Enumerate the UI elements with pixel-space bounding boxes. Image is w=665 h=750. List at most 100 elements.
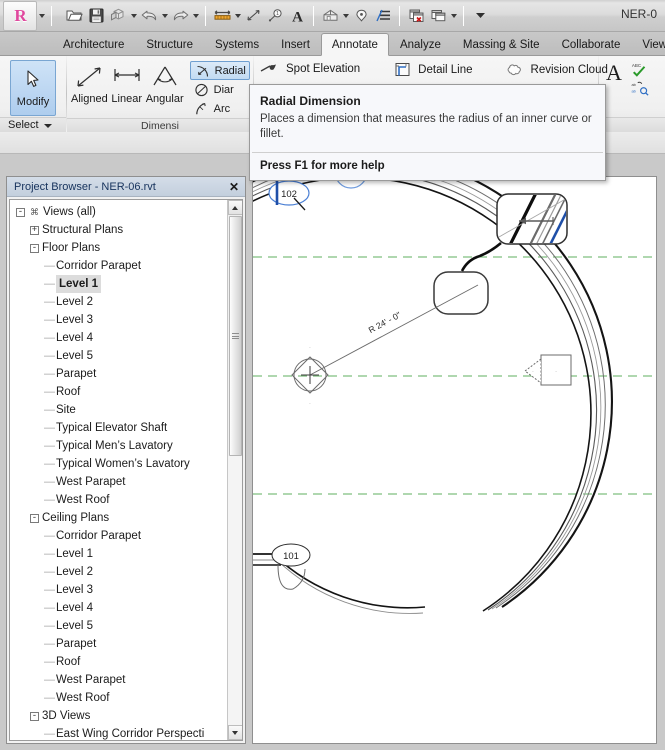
room-tag-102[interactable]: 102 (268, 180, 310, 211)
revision-cloud-button[interactable]: Revision Cloud (503, 62, 608, 77)
text-icon[interactable]: A (286, 5, 308, 27)
tree-item-label: Typical Men’s Lavatory (56, 440, 173, 452)
tree-branch-line: — (44, 548, 55, 560)
detail-callout-bubble[interactable] (496, 187, 579, 247)
switch-windows-caret-icon[interactable] (449, 6, 458, 26)
tree-item[interactable]: — West Parapet (10, 671, 227, 689)
tree-item[interactable]: - Floor Plans (10, 239, 227, 257)
text-tool-button[interactable]: A (603, 58, 625, 89)
measure-icon[interactable] (211, 5, 233, 27)
tab-collaborate[interactable]: Collaborate (551, 33, 632, 55)
customize-qat-icon[interactable] (469, 5, 491, 27)
tree-item[interactable]: -3D Views (10, 707, 227, 725)
aligned-dimension-icon[interactable] (242, 5, 264, 27)
tree-item[interactable]: — Level 4 (10, 599, 227, 617)
tab-annotate[interactable]: Annotate (320, 33, 389, 56)
save-file-icon[interactable] (85, 5, 107, 27)
tree-item[interactable]: — Typical Men’s Lavatory (10, 437, 227, 455)
radius-dimension[interactable]: R 24' - 0" (309, 284, 479, 376)
switch-windows-icon[interactable] (427, 5, 449, 27)
measure-caret-icon[interactable] (233, 6, 242, 26)
close-hidden-windows-icon[interactable] (405, 5, 427, 27)
tree-item[interactable]: — Level 4 (10, 329, 227, 347)
find-replace-button[interactable]: ab ab (628, 79, 655, 97)
scroll-down-arrow-icon[interactable] (227, 725, 242, 740)
collapse-icon[interactable]: - (30, 243, 39, 253)
application-menu-button[interactable]: R (3, 0, 37, 31)
tab-structure[interactable]: Structure (135, 33, 204, 55)
tree-item[interactable]: — Typical Women’s Lavatory (10, 455, 227, 473)
tree-item[interactable]: — West Roof (10, 689, 227, 707)
collapse-icon[interactable]: - (30, 513, 39, 523)
project-browser-scrollbar[interactable] (227, 200, 242, 740)
spelling-check-button[interactable]: ABC (628, 60, 655, 78)
select-panel-title-bar[interactable]: Select (0, 117, 66, 132)
tab-insert[interactable]: Insert (270, 33, 321, 55)
undo-caret-icon[interactable] (160, 6, 169, 26)
tree-item[interactable]: - ⌘ Views (all) (10, 203, 227, 221)
room-tag-101[interactable]: 101 (271, 543, 311, 590)
tab-massing-and-site[interactable]: Massing & Site (452, 33, 551, 55)
linear-dimension-button[interactable]: Linear (110, 59, 144, 105)
tree-item[interactable]: — Level 3 (10, 311, 227, 329)
elevation-marker[interactable]: · · (524, 354, 572, 386)
redo-caret-icon[interactable] (191, 6, 200, 26)
tree-item[interactable]: — Parapet (10, 635, 227, 653)
tree-item[interactable]: — West Roof (10, 491, 227, 509)
tree-item[interactable]: - Ceiling Plans (10, 509, 227, 527)
spot-elevation-button[interactable]: Spot Elevation (258, 62, 360, 76)
tree-item[interactable]: — West Parapet (10, 473, 227, 491)
angular-dimension-button[interactable]: Angular (146, 59, 184, 105)
detail-line-button[interactable]: Detail Line (390, 62, 473, 77)
drawing-canvas[interactable]: 102 101 12' - 0" · (252, 176, 657, 744)
radial-dimension-button[interactable]: Radial (189, 61, 250, 80)
tree-item[interactable]: — Parapet (10, 365, 227, 383)
collapse-icon[interactable]: - (30, 711, 39, 721)
tree-item[interactable]: — Level 1 (10, 545, 227, 563)
center-reference-marker[interactable]: · · (291, 345, 329, 407)
diameter-dimension-button[interactable]: Diar (190, 81, 250, 99)
tag-icon[interactable]: 1 (264, 5, 286, 27)
project-browser-tree[interactable]: - ⌘ Views (all) + Structural Plans - Floor Pla… (10, 200, 227, 740)
export-icon[interactable] (107, 5, 129, 27)
tree-item[interactable]: — Site (10, 401, 227, 419)
tree-item[interactable]: + Structural Plans (10, 221, 227, 239)
close-icon[interactable]: ✕ (227, 180, 241, 194)
application-menu-caret-icon[interactable] (37, 6, 46, 26)
tree-item[interactable]: — Level 5 (10, 347, 227, 365)
select-panel-chevron-down-icon[interactable] (44, 118, 52, 132)
expand-icon[interactable]: + (30, 225, 39, 235)
tree-item[interactable]: — East Wing Corridor Perspecti (10, 725, 227, 740)
open-file-icon[interactable] (63, 5, 85, 27)
aligned-dimension-icon (72, 63, 106, 91)
collapse-icon[interactable]: - (16, 207, 25, 217)
tab-architecture[interactable]: Architecture (52, 33, 135, 55)
tree-item[interactable]: — Level 5 (10, 617, 227, 635)
scrollbar-thumb[interactable] (228, 216, 242, 456)
tree-item[interactable]: — Level 3 (10, 581, 227, 599)
default-3d-view-icon[interactable] (319, 5, 341, 27)
arc-length-dimension-button[interactable]: Arc (190, 100, 250, 118)
thin-lines-icon[interactable] (372, 5, 394, 27)
redo-icon[interactable] (169, 5, 191, 27)
scroll-up-arrow-icon[interactable] (227, 200, 242, 215)
tree-item[interactable]: — Level 2 (10, 563, 227, 581)
tree-item[interactable]: — Roof (10, 653, 227, 671)
modify-button[interactable]: Modify (10, 60, 56, 116)
tab-analyze[interactable]: Analyze (389, 33, 452, 55)
detail-callout-region[interactable] (433, 271, 489, 315)
export-caret-icon[interactable] (129, 6, 138, 26)
scrollbar-track[interactable] (227, 456, 242, 725)
tree-item[interactable]: — Typical Elevator Shaft (10, 419, 227, 437)
tab-view[interactable]: View (631, 33, 665, 55)
tree-item[interactable]: — Corridor Parapet (10, 527, 227, 545)
tab-systems[interactable]: Systems (204, 33, 270, 55)
section-icon[interactable] (350, 5, 372, 27)
tree-item[interactable]: — Roof (10, 383, 227, 401)
undo-icon[interactable] (138, 5, 160, 27)
tree-item[interactable]: — Level 2 (10, 293, 227, 311)
tree-item[interactable]: — Level 1 (10, 275, 227, 293)
tree-item[interactable]: — Corridor Parapet (10, 257, 227, 275)
view-caret-icon[interactable] (341, 6, 350, 26)
aligned-dimension-button[interactable]: Aligned (71, 59, 108, 105)
